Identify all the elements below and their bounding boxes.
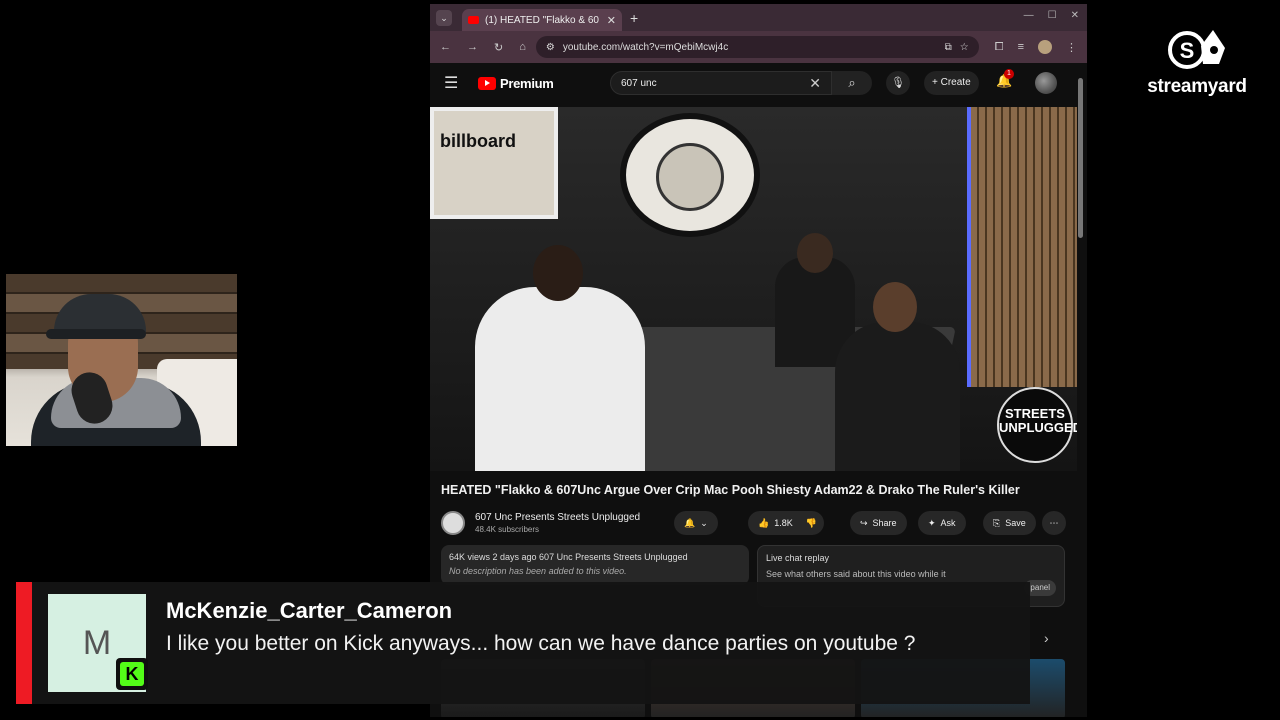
tab-title: (1) HEATED "Flakko & 60 <box>485 14 599 26</box>
close-tab-icon[interactable]: ✕ <box>607 14 616 27</box>
webcam-feed <box>6 274 237 446</box>
seal-portrait <box>656 143 724 211</box>
site-info-icon[interactable]: ⚙ <box>546 42 555 53</box>
omnibox[interactable]: ⚙ youtube.com/watch?v=mQebiMcwj4c ⧉ ☆ <box>535 36 979 58</box>
bell-icon: 🔔 <box>684 517 696 528</box>
comment-author: McKenzie_Carter_Cameron <box>166 598 453 623</box>
save-button[interactable]: ⎘ Save <box>983 511 1036 535</box>
host-right <box>835 282 960 471</box>
share-label: Share <box>872 518 897 528</box>
subscribed-bell-button[interactable]: 🔔 ⌄ <box>674 511 718 535</box>
extensions-icon[interactable]: ⧠ <box>995 41 1004 54</box>
youtube-header: ☰ Premium 607 unc ✕ ⌕ 🎙 + Create 🔔 1 <box>430 63 1087 103</box>
account-avatar[interactable] <box>1035 72 1057 94</box>
hamburger-menu-icon[interactable]: ☰ <box>444 73 466 93</box>
search-query: 607 unc <box>621 77 657 89</box>
description-text: No description has been added to this vi… <box>449 566 627 576</box>
video-player[interactable]: billboard STREETS UNPLUGGED <box>430 107 1077 471</box>
host-left <box>475 245 645 471</box>
svg-text:S: S <box>1180 38 1195 63</box>
comment-message: I like you better on Kick anyways... how… <box>166 632 916 655</box>
billboard-poster: billboard <box>430 107 558 219</box>
tab-search-dropdown-icon[interactable]: ⌄ <box>436 9 452 26</box>
back-icon[interactable]: ← <box>440 41 451 53</box>
voice-search-icon[interactable]: 🎙 <box>886 71 910 95</box>
address-bar-row: ← → ↻ ⌂ ⚙ youtube.com/watch?v=mQebiMcwj4… <box>430 31 1087 63</box>
save-icon: ⎘ <box>993 517 1001 528</box>
media-icon[interactable]: ≡ <box>1018 41 1024 53</box>
chevron-right-icon[interactable]: › <box>1044 630 1049 646</box>
search-input[interactable]: 607 unc ✕ <box>610 71 832 95</box>
clear-search-icon[interactable]: ✕ <box>809 75 821 92</box>
cast-icon[interactable]: ⧉ <box>945 42 952 53</box>
host-right-head <box>873 282 917 332</box>
poster-text: billboard <box>440 131 516 151</box>
host-left-head <box>533 245 583 301</box>
channel-row: 607 Unc Presents Streets Unplugged 48.4K… <box>441 508 1071 538</box>
description-meta: 64K views 2 days ago 607 Unc Presents St… <box>449 552 688 562</box>
like-dislike-button[interactable]: 👍 1.8K 👎 <box>748 511 824 535</box>
streamyard-icon: S <box>1168 30 1225 69</box>
wood-panels <box>967 107 1077 387</box>
ask-button[interactable]: ✦ Ask <box>918 511 966 535</box>
notifications-bell-icon[interactable]: 🔔 1 <box>996 69 1014 89</box>
live-chat-title: Live chat replay <box>766 553 830 563</box>
create-label: Create <box>940 77 971 88</box>
youtube-favicon-icon <box>468 16 479 24</box>
channel-subscribers: 48.4K subscribers <box>475 525 540 534</box>
reload-icon[interactable]: ↻ <box>494 41 503 54</box>
host-center-head <box>797 233 833 273</box>
thumbs-up-icon: 👍 <box>758 517 770 528</box>
create-button[interactable]: + Create <box>924 71 979 95</box>
minimize-icon[interactable]: — <box>1024 10 1034 21</box>
page-scrollbar[interactable] <box>1078 78 1083 238</box>
save-label: Save <box>1005 518 1026 528</box>
thumbs-down-icon[interactable]: 👎 <box>806 518 817 529</box>
channel-info: 607 Unc Presents Streets Unplugged 48.4K… <box>475 512 640 534</box>
maximize-icon[interactable]: ☐ <box>1048 10 1057 21</box>
comment-accent-bar <box>16 582 32 704</box>
notification-badge: 1 <box>1004 69 1014 79</box>
search-button[interactable]: ⌕ <box>832 71 872 95</box>
sparkle-icon: ✦ <box>928 517 936 528</box>
forward-icon[interactable]: → <box>467 41 478 53</box>
url-text: youtube.com/watch?v=mQebiMcwj4c <box>562 41 729 53</box>
description-box[interactable]: 64K views 2 days ago 607 Unc Presents St… <box>441 545 749 585</box>
webcam-person-cap-brim <box>46 329 146 339</box>
menu-kebab-icon[interactable]: ⋮ <box>1066 41 1077 54</box>
tab-bar: ⌄ (1) HEATED "Flakko & 60 ✕ + — ☐ ✕ <box>430 4 1087 31</box>
like-count: 1.8K <box>774 518 793 528</box>
share-button[interactable]: ↪ Share <box>850 511 907 535</box>
window-controls: — ☐ ✕ <box>1024 10 1079 21</box>
more-actions-icon[interactable]: ⋯ <box>1042 511 1066 535</box>
youtube-play-icon <box>478 76 496 90</box>
bookmark-star-icon[interactable]: ☆ <box>960 42 969 53</box>
youtube-logo-label: Premium <box>500 75 554 91</box>
featured-comment-banner: M K McKenzie_Carter_Cameron I like you b… <box>16 582 1030 704</box>
streamyard-wordmark: streamyard <box>1147 76 1247 97</box>
profile-avatar[interactable] <box>1038 40 1052 54</box>
tab-active[interactable]: (1) HEATED "Flakko & 60 ✕ <box>462 9 622 31</box>
share-icon: ↪ <box>860 517 868 528</box>
channel-name[interactable]: 607 Unc Presents Streets Unplugged <box>475 512 640 523</box>
chevron-down-icon: ⌄ <box>700 517 708 528</box>
extension-area: ⧠ ≡ ⋮ <box>995 40 1077 54</box>
close-window-icon[interactable]: ✕ <box>1071 10 1079 21</box>
wall-seal-logo <box>620 113 760 237</box>
ask-label: Ask <box>940 518 956 528</box>
video-title: HEATED "Flakko & 607Unc Argue Over Crip … <box>441 483 1020 497</box>
streamyard-logo: S streamyard <box>1138 24 1256 100</box>
new-tab-icon[interactable]: + <box>630 10 638 26</box>
channel-avatar[interactable] <box>441 511 465 535</box>
live-chat-subtitle: See what others said about this video wh… <box>766 569 946 579</box>
kick-icon: K <box>116 658 148 690</box>
streets-unplugged-watermark: STREETS UNPLUGGED <box>997 387 1077 463</box>
home-icon[interactable]: ⌂ <box>519 41 526 53</box>
youtube-logo[interactable]: Premium <box>478 76 554 91</box>
